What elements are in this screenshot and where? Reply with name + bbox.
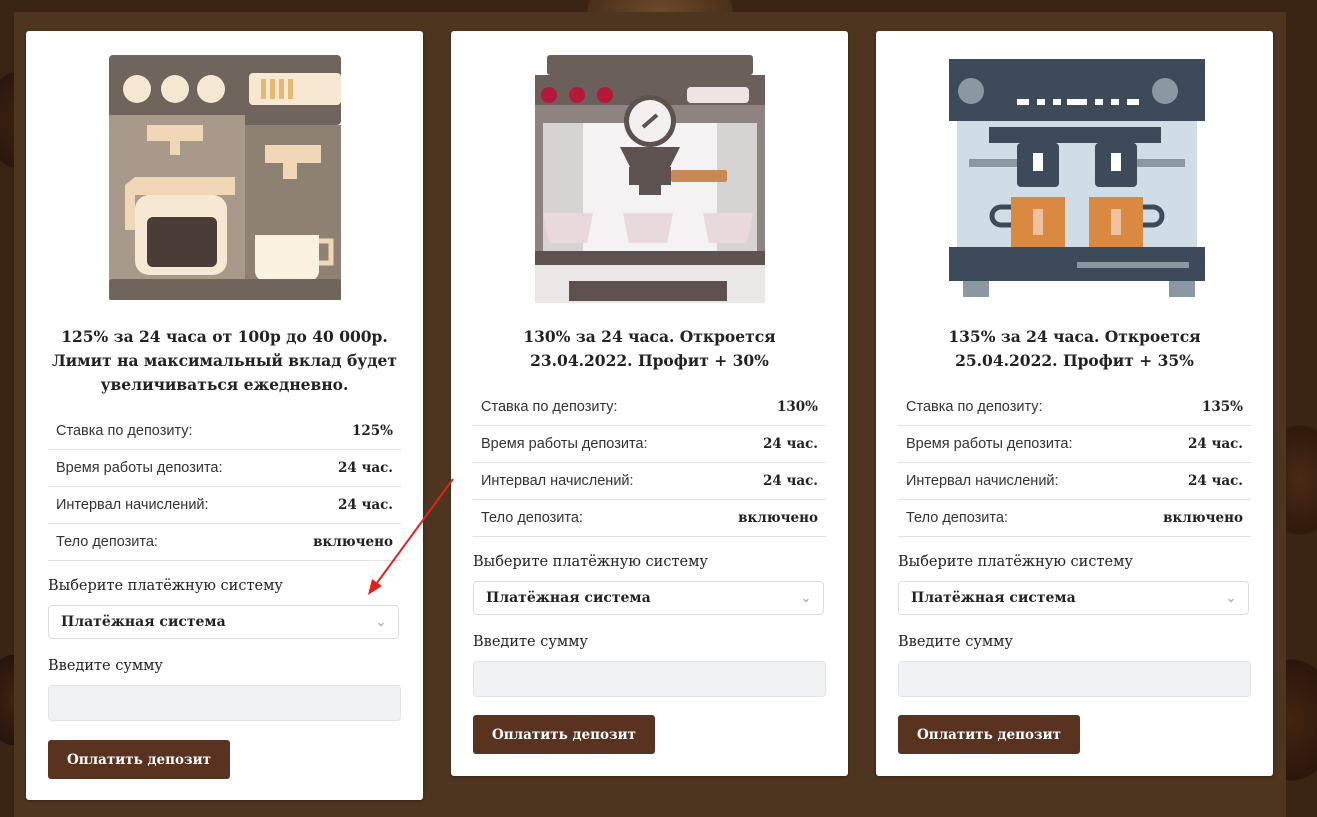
- chevron-down-icon: ⌄: [800, 591, 811, 605]
- spec-row-principal: Тело депозита: включено: [898, 500, 1251, 537]
- spec-value: включено: [1163, 510, 1243, 526]
- spec-value: 24 час.: [762, 473, 818, 489]
- plan-specs-table: Ставка по депозиту: 125% Время работы де…: [48, 413, 401, 561]
- spec-label: Ставка по депозиту:: [481, 399, 618, 415]
- spec-label: Тело депозита:: [906, 510, 1008, 526]
- plan-specs-table: Ставка по депозиту: 130% Время работы де…: [473, 389, 826, 537]
- spec-row-duration: Время работы депозита: 24 час.: [48, 450, 401, 487]
- spec-value: 24 час.: [1187, 436, 1243, 452]
- spec-value: 130%: [776, 399, 818, 415]
- spec-value: 24 час.: [337, 497, 393, 513]
- spec-row-duration: Время работы депозита: 24 час.: [473, 426, 826, 463]
- spec-row-interval: Интервал начислений: 24 час.: [48, 487, 401, 524]
- payment-system-label: Выберите платёжную систему: [48, 578, 283, 594]
- spec-value: 24 час.: [762, 436, 818, 452]
- spec-row-rate: Ставка по депозиту: 135%: [898, 389, 1251, 426]
- payment-system-label: Выберите платёжную систему: [473, 554, 708, 570]
- spec-label: Интервал начислений:: [906, 473, 1059, 489]
- payment-system-label: Выберите платёжную систему: [898, 554, 1133, 570]
- plan-specs-table: Ставка по депозиту: 135% Время работы де…: [898, 389, 1251, 537]
- spec-label: Интервал начислений:: [56, 497, 209, 513]
- payment-system-select-value: Платёжная система: [911, 590, 1076, 606]
- payment-system-select-value: Платёжная система: [486, 590, 651, 606]
- spec-label: Время работы депозита:: [906, 436, 1073, 452]
- payment-system-select[interactable]: Платёжная система ⌄: [473, 581, 824, 615]
- amount-label: Введите сумму: [48, 658, 163, 674]
- plan-title: 135% за 24 часа. Откроется 25.04.2022. П…: [948, 327, 1201, 370]
- spec-row-principal: Тело депозита: включено: [473, 500, 826, 537]
- deposit-plan-card-3: 135% за 24 часа. Откроется 25.04.2022. П…: [876, 31, 1273, 776]
- spec-row-duration: Время работы депозита: 24 час.: [898, 426, 1251, 463]
- plan-title: 130% за 24 часа. Откроется 23.04.2022. П…: [523, 327, 776, 370]
- spec-label: Время работы депозита:: [481, 436, 648, 452]
- payment-system-select[interactable]: Платёжная система ⌄: [48, 605, 399, 639]
- deposit-plan-card-1: 125% за 24 часа от 100р до 40 000р. Лими…: [26, 31, 423, 800]
- pay-deposit-button[interactable]: Оплатить депозит: [48, 740, 230, 779]
- spec-label: Тело депозита:: [56, 534, 158, 550]
- amount-label: Введите сумму: [898, 634, 1013, 650]
- amount-input[interactable]: [473, 661, 826, 697]
- spec-row-principal: Тело депозита: включено: [48, 524, 401, 561]
- pay-deposit-button[interactable]: Оплатить депозит: [898, 715, 1080, 754]
- spec-value: 135%: [1201, 399, 1243, 415]
- double-espresso-machine-illustration: [876, 55, 1273, 305]
- spec-value: 24 час.: [337, 460, 393, 476]
- spec-row-rate: Ставка по депозиту: 130%: [473, 389, 826, 426]
- spec-row-interval: Интервал начислений: 24 час.: [473, 463, 826, 500]
- spec-label: Ставка по депозиту:: [906, 399, 1043, 415]
- pay-deposit-button[interactable]: Оплатить депозит: [473, 715, 655, 754]
- spec-label: Интервал начислений:: [481, 473, 634, 489]
- spec-label: Ставка по депозиту:: [56, 423, 193, 439]
- amount-input[interactable]: [898, 661, 1251, 697]
- amount-input[interactable]: [48, 685, 401, 721]
- payment-system-select[interactable]: Платёжная система ⌄: [898, 581, 1249, 615]
- spec-row-rate: Ставка по депозиту: 125%: [48, 413, 401, 450]
- payment-system-select-value: Платёжная система: [61, 614, 226, 630]
- spec-label: Время работы депозита:: [56, 460, 223, 476]
- spec-value: включено: [738, 510, 818, 526]
- spec-label: Тело депозита:: [481, 510, 583, 526]
- spec-value: 125%: [351, 423, 393, 439]
- spec-value: включено: [313, 534, 393, 550]
- spec-row-interval: Интервал начислений: 24 час.: [898, 463, 1251, 500]
- spec-value: 24 час.: [1187, 473, 1243, 489]
- chevron-down-icon: ⌄: [1225, 591, 1236, 605]
- espresso-machine-illustration: [451, 55, 848, 305]
- amount-label: Введите сумму: [473, 634, 588, 650]
- drip-coffee-maker-illustration: [26, 55, 423, 305]
- plan-title: 125% за 24 часа от 100р до 40 000р. Лими…: [51, 327, 398, 394]
- chevron-down-icon: ⌄: [375, 615, 386, 629]
- deposit-plan-card-2: 130% за 24 часа. Откроется 23.04.2022. П…: [451, 31, 848, 776]
